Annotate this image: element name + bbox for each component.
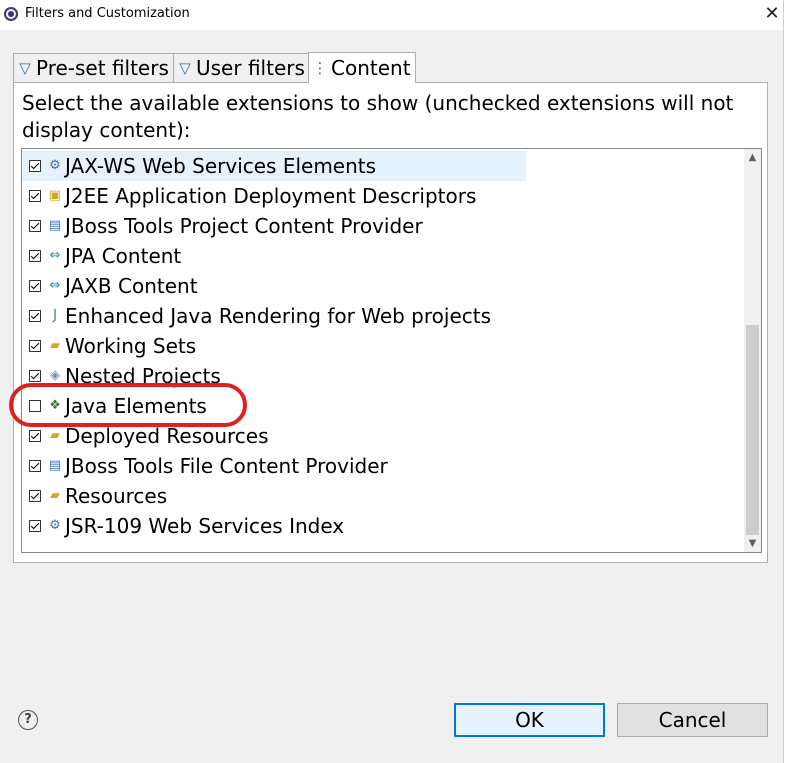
extension-checkbox[interactable] xyxy=(29,310,41,322)
folder-descriptor-icon: ▣ xyxy=(48,188,62,203)
list-item[interactable]: ▰ Resources xyxy=(22,481,167,511)
extension-label: JBoss Tools Project Content Provider xyxy=(65,214,423,238)
dialog-window: Filters and Customization ✕ ▽ Pre-set fi… xyxy=(0,0,784,763)
extension-checkbox[interactable] xyxy=(29,340,41,352)
extension-label: Deployed Resources xyxy=(65,424,269,448)
extension-label: Resources xyxy=(65,484,168,508)
extension-checkbox[interactable] xyxy=(29,280,41,292)
java-elements-icon: ❖ xyxy=(49,398,61,413)
scroll-up-button[interactable]: ▲ xyxy=(744,149,761,166)
filter-icon: ▽ xyxy=(19,59,31,77)
title-bar: Filters and Customization ✕ xyxy=(0,0,783,30)
tab-label: Pre-set filters xyxy=(36,56,169,80)
window-title: Filters and Customization xyxy=(25,6,190,21)
list-item[interactable]: ▣ J2EE Application Deployment Descriptors xyxy=(22,181,476,211)
extension-label: JBoss Tools File Content Provider xyxy=(65,454,388,478)
extension-checkbox[interactable] xyxy=(29,460,41,472)
scroll-down-button[interactable]: ▼ xyxy=(744,535,761,552)
extension-label: Nested Projects xyxy=(65,364,221,388)
extension-label: JPA Content xyxy=(65,244,182,268)
filter-icon: ▽ xyxy=(179,59,191,77)
help-icon[interactable]: ? xyxy=(18,710,38,730)
list-item[interactable]: ⚙ JAX-WS Web Services Elements xyxy=(22,151,526,181)
list-item[interactable]: ⇔ JAXB Content xyxy=(22,271,198,301)
jpa-icon: ⇔ xyxy=(49,248,61,263)
resources-folder-icon: ▰ xyxy=(50,488,60,503)
vertical-scrollbar[interactable]: ▲ ▼ xyxy=(744,149,761,552)
nested-projects-icon: ◈ xyxy=(50,368,60,383)
deployed-resources-icon: ▰ xyxy=(50,428,60,443)
list-item[interactable]: J Enhanced Java Rendering for Web project… xyxy=(22,301,491,331)
extension-checkbox[interactable] xyxy=(29,490,41,502)
description-text: Select the available extensions to show … xyxy=(22,91,734,142)
scroll-thumb[interactable] xyxy=(746,325,759,535)
list-item[interactable]: ▤ JBoss Tools Project Content Provider xyxy=(22,211,423,241)
extension-label: Enhanced Java Rendering for Web projects xyxy=(65,304,492,328)
java-file-icon: J xyxy=(53,308,57,323)
content-tree-icon: ⋮ xyxy=(312,59,328,77)
web-service-icon: ⚙ xyxy=(49,158,61,173)
extension-checkbox[interactable] xyxy=(29,520,41,532)
list-item[interactable]: ⇔ JPA Content xyxy=(22,241,181,271)
extension-label: JSR-109 Web Services Index xyxy=(65,514,345,538)
working-set-icon: ▰ xyxy=(50,338,60,353)
extension-checkbox[interactable] xyxy=(29,430,41,442)
ok-button[interactable]: OK xyxy=(454,703,605,737)
extension-label: Working Sets xyxy=(65,334,197,358)
extension-label: Java Elements xyxy=(65,394,207,418)
extension-checkbox[interactable] xyxy=(29,400,41,412)
close-button[interactable]: ✕ xyxy=(762,3,782,25)
extensions-list[interactable]: ⚙ JAX-WS Web Services Elements ▣ J2EE Appli… xyxy=(21,148,762,553)
background-editor-strip xyxy=(784,0,793,763)
extension-checkbox[interactable] xyxy=(29,370,41,382)
tab-content[interactable]: ⋮ Content xyxy=(308,52,416,83)
jboss-web-icon: ▤ xyxy=(48,458,62,473)
extension-label: JAXB Content xyxy=(65,274,198,298)
extension-checkbox[interactable] xyxy=(29,220,41,232)
tab-label: Content xyxy=(331,56,411,80)
list-item[interactable]: ▰ Deployed Resources xyxy=(22,421,269,451)
cancel-button[interactable]: Cancel xyxy=(617,703,768,737)
jaxb-icon: ⇔ xyxy=(49,278,61,293)
list-item[interactable]: ⚙ JSR-109 Web Services Index xyxy=(22,511,344,541)
extension-checkbox[interactable] xyxy=(29,190,41,202)
tab-user-filters[interactable]: ▽ User filters xyxy=(173,53,309,82)
list-item[interactable]: ▤ JBoss Tools File Content Provider xyxy=(22,451,388,481)
jboss-web-icon: ▤ xyxy=(48,218,62,233)
web-service-icon: ⚙ xyxy=(49,518,61,533)
content-panel: Select the available extensions to show … xyxy=(13,82,768,563)
extension-label: J2EE Application Deployment Descriptors xyxy=(65,184,477,208)
extension-checkbox[interactable] xyxy=(29,250,41,262)
extension-checkbox[interactable] xyxy=(29,160,41,172)
list-item[interactable]: ▰ Working Sets xyxy=(22,331,196,361)
list-item[interactable]: ❖ Java Elements xyxy=(22,391,207,421)
eclipse-icon xyxy=(4,7,18,21)
tab-pre-set-filters[interactable]: ▽ Pre-set filters xyxy=(13,53,174,82)
extension-label: JAX-WS Web Services Elements xyxy=(65,154,377,178)
list-item[interactable]: ◈ Nested Projects xyxy=(22,361,221,391)
tab-label: User filters xyxy=(196,56,305,80)
